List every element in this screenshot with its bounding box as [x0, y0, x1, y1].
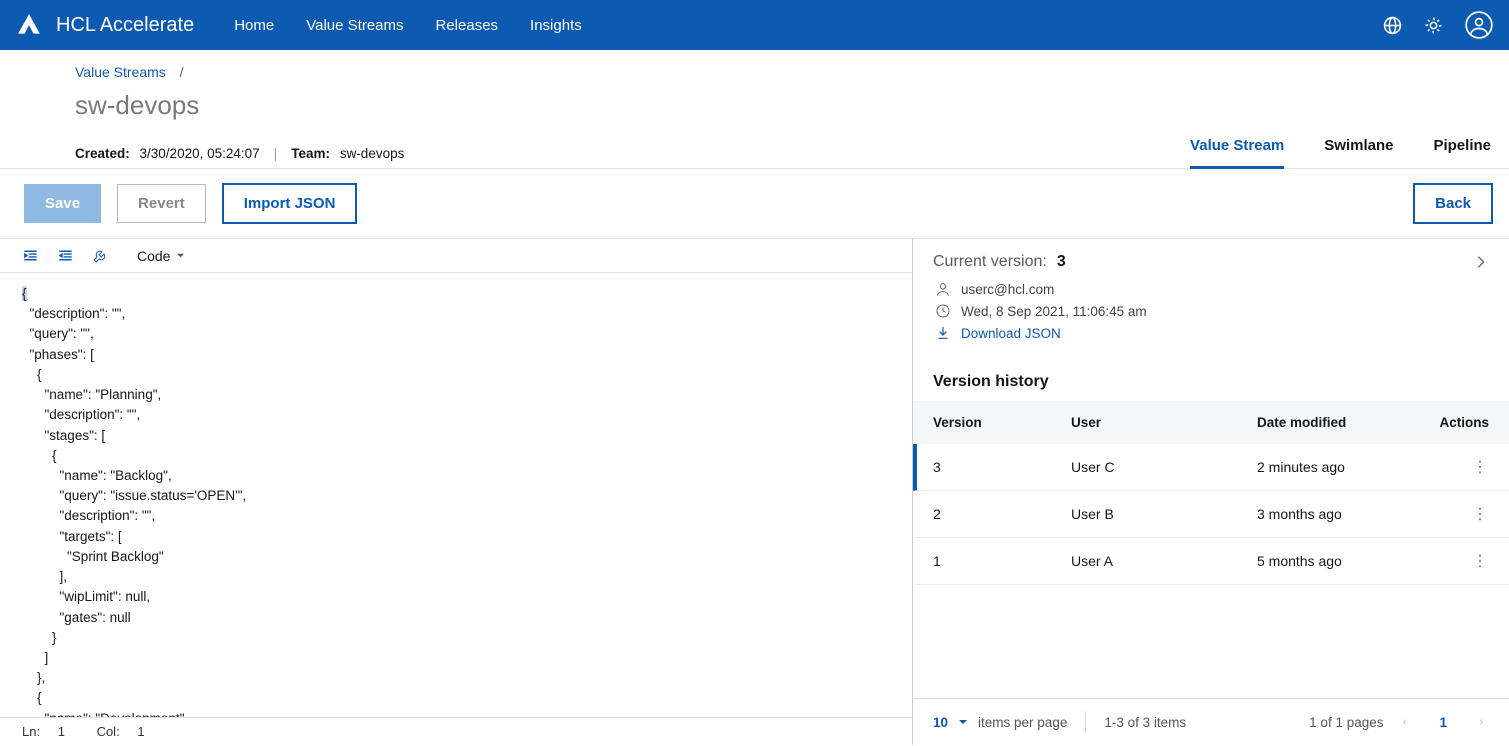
avatar-icon[interactable]	[1465, 11, 1493, 39]
pagination-separator	[1085, 711, 1086, 733]
version-user-line: userc@hcl.com	[935, 281, 1489, 297]
nav-value-streams[interactable]: Value Streams	[306, 17, 403, 34]
breadcrumb: Value Streams /	[75, 64, 1509, 80]
tab-pipeline[interactable]: Pipeline	[1433, 137, 1491, 169]
app-title: HCL Accelerate	[56, 14, 194, 37]
current-version-num: 3	[1057, 253, 1066, 271]
status-ln: Ln: 1	[22, 724, 79, 739]
editor-body[interactable]: { "description": "", "query": "", "phase…	[0, 273, 912, 717]
action-row: Save Revert Import JSON Back	[0, 169, 1509, 238]
pagination: 10 items per page 1-3 of 3 items 1 of 1 …	[913, 698, 1509, 745]
download-json-line: Download JSON	[935, 325, 1489, 341]
breadcrumb-link[interactable]: Value Streams	[75, 64, 166, 80]
topbar: HCL Accelerate Home Value Streams Releas…	[0, 0, 1509, 50]
cell-version: 2	[933, 506, 1071, 522]
outdent-icon[interactable]	[57, 247, 74, 264]
editor-panel: Code { "description": "", "query": "", "…	[0, 239, 913, 745]
cell-date: 2 minutes ago	[1257, 459, 1437, 475]
col-header-version: Version	[933, 415, 1071, 430]
wrench-icon[interactable]	[92, 247, 109, 264]
version-user: userc@hcl.com	[961, 282, 1054, 297]
page-size-selector[interactable]: 10	[933, 715, 968, 730]
caret-down-icon	[176, 251, 185, 260]
table-row[interactable]: 2 User B 3 months ago	[913, 491, 1509, 538]
current-version-row: Current version: 3	[933, 253, 1489, 271]
col-header-date: Date modified	[1257, 415, 1437, 430]
meta-created-value: 3/30/2020, 05:24:07	[140, 146, 260, 161]
status-bar: Ln: 1 Col: 1	[0, 717, 912, 745]
pagination-controls: 1 of 1 pages 1	[1309, 714, 1489, 730]
code-dropdown[interactable]: Code	[137, 248, 185, 264]
prev-page-icon[interactable]	[1397, 714, 1413, 730]
page-size-value: 10	[933, 715, 948, 730]
tab-value-stream[interactable]: Value Stream	[1190, 137, 1284, 169]
globe-icon[interactable]	[1383, 16, 1402, 35]
cell-date: 5 months ago	[1257, 553, 1437, 569]
meta-team-label: Team:	[291, 146, 330, 161]
meta-created-label: Created:	[75, 146, 130, 161]
download-icon	[935, 325, 951, 341]
editor-toolbar: Code	[0, 239, 912, 273]
app-logo-icon	[16, 12, 42, 38]
save-button[interactable]: Save	[24, 184, 101, 223]
cell-version: 3	[933, 459, 1071, 475]
back-button[interactable]: Back	[1413, 183, 1493, 224]
col-header-actions: Actions	[1439, 415, 1489, 430]
pages-range: 1 of 1 pages	[1309, 715, 1383, 730]
indent-icon[interactable]	[22, 247, 39, 264]
meta-team-value: sw-devops	[340, 146, 405, 161]
chevron-right-icon[interactable]	[1473, 254, 1489, 270]
current-version-label: Current version:	[933, 253, 1047, 271]
revert-button[interactable]: Revert	[117, 184, 206, 223]
meta-team: Team: sw-devops	[291, 146, 404, 161]
nav-insights[interactable]: Insights	[530, 17, 582, 34]
main: Code { "description": "", "query": "", "…	[0, 239, 1509, 745]
items-per-page-label: items per page	[978, 715, 1067, 730]
row-actions-icon[interactable]	[1471, 458, 1489, 476]
cell-date: 3 months ago	[1257, 506, 1437, 522]
version-datetime: Wed, 8 Sep 2021, 11:06:45 am	[961, 304, 1147, 319]
table-row[interactable]: 1 User A 5 months ago	[913, 538, 1509, 585]
meta-created: Created: 3/30/2020, 05:24:07	[75, 146, 260, 161]
logo-area: HCL Accelerate	[16, 12, 194, 38]
page-header: Value Streams / sw-devops Created: 3/30/…	[75, 50, 1509, 169]
cell-user: User A	[1071, 553, 1257, 569]
breadcrumb-separator: /	[180, 64, 184, 80]
version-header: Current version: 3 userc@hcl.com Wed, 8	[913, 239, 1509, 359]
meta-separator: |	[274, 145, 278, 161]
tab-swimlane[interactable]: Swimlane	[1324, 137, 1393, 169]
download-json-link[interactable]: Download JSON	[961, 326, 1061, 341]
clock-icon	[935, 303, 951, 319]
page-current: 1	[1427, 715, 1459, 730]
gear-icon[interactable]	[1424, 16, 1443, 35]
user-icon	[935, 281, 951, 297]
nav-releases[interactable]: Releases	[436, 17, 499, 34]
meta-row: Created: 3/30/2020, 05:24:07 | Team: sw-…	[75, 137, 1509, 169]
caret-down-icon	[958, 717, 968, 727]
topbar-right	[1383, 11, 1493, 39]
col-header-user: User	[1071, 415, 1257, 430]
cell-user: User B	[1071, 506, 1257, 522]
tabs-row: Value Stream Swimlane Pipeline	[1190, 137, 1491, 169]
version-panel: Current version: 3 userc@hcl.com Wed, 8	[913, 239, 1509, 745]
nav-home[interactable]: Home	[234, 17, 274, 34]
row-actions-icon[interactable]	[1471, 505, 1489, 523]
next-page-icon[interactable]	[1473, 714, 1489, 730]
nav-items: Home Value Streams Releases Insights	[234, 17, 582, 34]
row-actions-icon[interactable]	[1471, 552, 1489, 570]
code-dropdown-label: Code	[137, 248, 170, 264]
version-history-title: Version history	[933, 373, 1489, 391]
version-datetime-line: Wed, 8 Sep 2021, 11:06:45 am	[935, 303, 1489, 319]
table-row[interactable]: 3 User C 2 minutes ago	[913, 444, 1509, 491]
import-json-button[interactable]: Import JSON	[222, 183, 358, 224]
items-range: 1-3 of 3 items	[1104, 715, 1186, 730]
table-header: Version User Date modified Actions	[913, 401, 1509, 444]
page-title: sw-devops	[75, 90, 1509, 121]
status-col: Col: 1	[97, 724, 159, 739]
cell-version: 1	[933, 553, 1071, 569]
cell-user: User C	[1071, 459, 1257, 475]
